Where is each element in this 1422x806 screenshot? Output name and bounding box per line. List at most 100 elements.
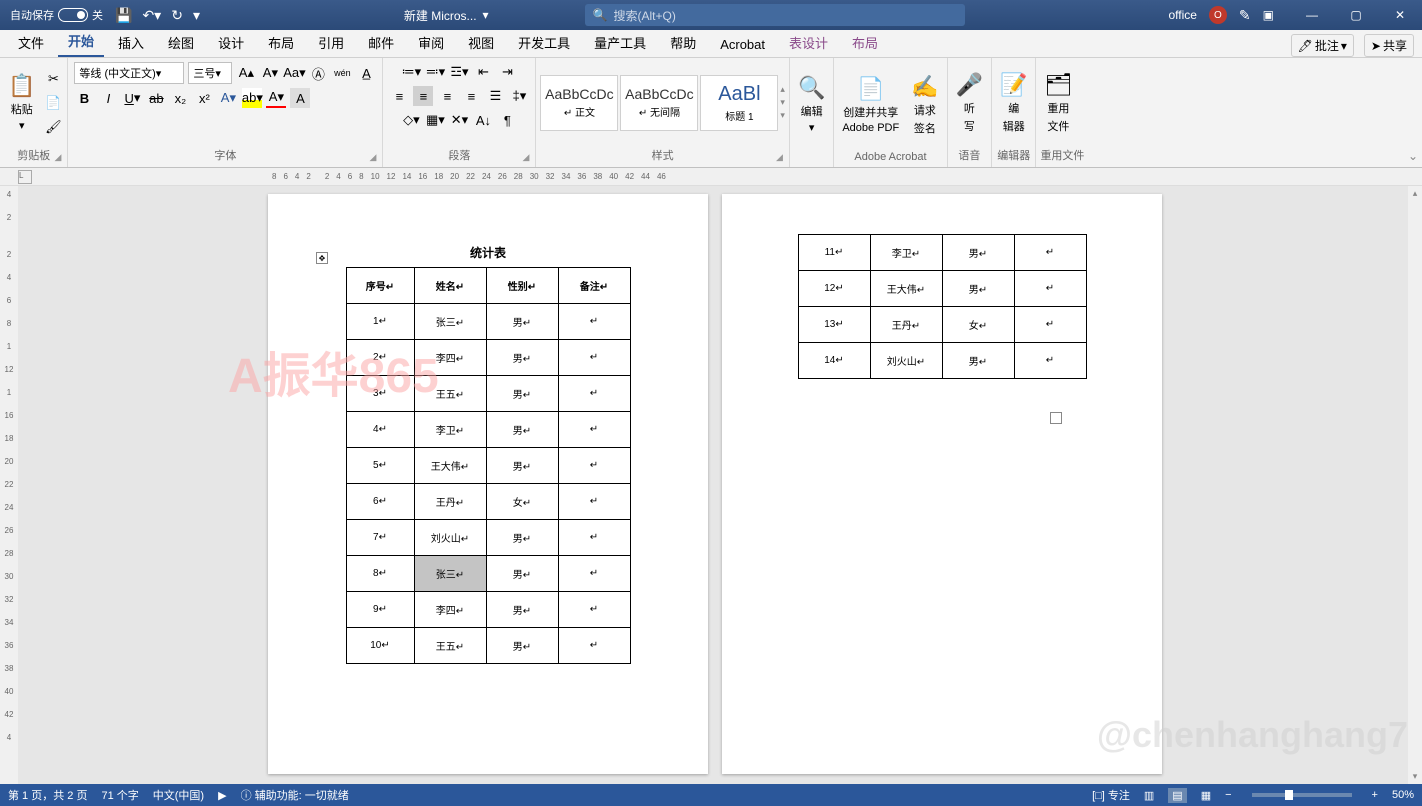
dictate-button[interactable]: 🎤听写 bbox=[952, 72, 987, 134]
edit-button[interactable]: 🔍编辑▾ bbox=[794, 75, 829, 134]
undo-icon[interactable]: ↶▾ bbox=[142, 7, 161, 24]
table-header[interactable]: 序号↵ bbox=[346, 268, 414, 304]
indent-dec-icon[interactable]: ⇤ bbox=[473, 62, 493, 82]
align-center-icon[interactable]: ≡ bbox=[413, 86, 433, 106]
tab-masstool[interactable]: 量产工具 bbox=[584, 28, 656, 57]
paste-button[interactable]: 📋 粘贴▾ bbox=[4, 73, 39, 132]
ruler-vertical[interactable]: 422468112116182022242628303234363840424 bbox=[0, 186, 18, 784]
accessibility-icon[interactable]: ⓘ 辅助功能: 一切就绪 bbox=[241, 787, 349, 803]
pen-icon[interactable]: ✎ bbox=[1239, 7, 1251, 24]
table-header[interactable]: 备注↵ bbox=[558, 268, 630, 304]
account-name[interactable]: office bbox=[1168, 8, 1196, 22]
styles-more-icon[interactable]: ▾ bbox=[780, 110, 785, 121]
copy-icon[interactable]: 📄 bbox=[43, 93, 63, 113]
create-share-pdf-button[interactable]: 📄创建并共享Adobe PDF bbox=[838, 76, 903, 134]
font-color-icon[interactable]: A▾ bbox=[266, 88, 286, 108]
tab-view[interactable]: 视图 bbox=[458, 28, 504, 57]
borders-icon[interactable]: ▦▾ bbox=[425, 110, 445, 130]
italic-button[interactable]: I bbox=[98, 88, 118, 108]
style-normal[interactable]: AaBbCcDc↵ 正文 bbox=[540, 75, 618, 131]
table-row[interactable]: 4↵李卫↵男↵↵ bbox=[346, 412, 630, 448]
table-row[interactable]: 6↵王丹↵女↵↵ bbox=[346, 484, 630, 520]
tab-layout[interactable]: 布局 bbox=[258, 28, 304, 57]
strikethrough-button[interactable]: ab bbox=[146, 88, 166, 108]
dialog-launcher-icon[interactable]: ◢ bbox=[54, 152, 61, 163]
cut-icon[interactable]: ✂ bbox=[43, 69, 63, 89]
tab-references[interactable]: 引用 bbox=[308, 28, 354, 57]
text-effects-icon[interactable]: A▾ bbox=[218, 88, 238, 108]
style-heading1[interactable]: AaBl标题 1 bbox=[700, 75, 778, 131]
page-2[interactable]: 11↵李卫↵男↵↵12↵王大伟↵男↵↵13↵王丹↵女↵↵14↵刘火山↵男↵↵ bbox=[722, 194, 1162, 774]
format-painter-icon[interactable]: 🖌 bbox=[43, 117, 63, 137]
tab-mailings[interactable]: 邮件 bbox=[358, 28, 404, 57]
change-case-icon[interactable]: Aa▾ bbox=[284, 63, 304, 83]
table-row[interactable]: 2↵李四↵男↵↵ bbox=[346, 340, 630, 376]
docname-dropdown-icon[interactable]: ▾ bbox=[483, 8, 489, 22]
table-resize-handle-icon[interactable] bbox=[1050, 412, 1062, 424]
tab-insert[interactable]: 插入 bbox=[108, 28, 154, 57]
line-spacing-icon[interactable]: ‡▾ bbox=[509, 86, 529, 106]
request-signature-button[interactable]: ✍请求签名 bbox=[907, 74, 942, 136]
qat-more-icon[interactable]: ▾ bbox=[193, 7, 200, 24]
style-nospacing[interactable]: AaBbCcDc↵ 无间隔 bbox=[620, 75, 698, 131]
scroll-up-icon[interactable]: ▴ bbox=[1413, 188, 1418, 199]
tab-tablelayout[interactable]: 布局 bbox=[842, 28, 888, 57]
show-marks-icon[interactable]: ¶ bbox=[497, 110, 517, 130]
table-row[interactable]: 3↵王五↵男↵↵ bbox=[346, 376, 630, 412]
dialog-launcher-icon[interactable]: ◢ bbox=[776, 152, 783, 163]
scroll-down-icon[interactable]: ▾ bbox=[1413, 771, 1418, 782]
table-row[interactable]: 9↵李四↵男↵↵ bbox=[346, 592, 630, 628]
search-box[interactable]: 🔍 搜索(Alt+Q) bbox=[585, 4, 965, 26]
tab-acrobat[interactable]: Acrobat bbox=[710, 32, 775, 57]
ribbon-mode-icon[interactable]: ▣ bbox=[1263, 8, 1274, 22]
font-name-combo[interactable]: 等线 (中文正文)▾ bbox=[74, 62, 184, 84]
autosave-toggle[interactable]: 自动保存 关 bbox=[10, 7, 103, 23]
avatar-icon[interactable]: O bbox=[1209, 6, 1227, 24]
snap-icon[interactable]: ✕▾ bbox=[449, 110, 469, 130]
view-print-icon[interactable]: ▤ bbox=[1168, 788, 1186, 803]
minimize-button[interactable]: — bbox=[1294, 8, 1330, 22]
tab-developer[interactable]: 开发工具 bbox=[508, 28, 580, 57]
table-row[interactable]: 7↵刘火山↵男↵↵ bbox=[346, 520, 630, 556]
document-name[interactable]: 新建 Micros... bbox=[404, 7, 477, 24]
ruler-horizontal[interactable]: L 86422468101214161820222426283032343638… bbox=[0, 168, 1422, 186]
shrink-font-icon[interactable]: A▾ bbox=[260, 63, 280, 83]
table-move-handle-icon[interactable]: ✥ bbox=[316, 252, 328, 264]
toggle-icon[interactable] bbox=[58, 8, 88, 22]
tab-selector-icon[interactable]: L bbox=[18, 170, 32, 184]
bullets-icon[interactable]: ≔▾ bbox=[401, 62, 421, 82]
table-row[interactable]: 13↵王丹↵女↵↵ bbox=[798, 307, 1086, 343]
table-row[interactable]: 11↵李卫↵男↵↵ bbox=[798, 235, 1086, 271]
table-row[interactable]: 8↵张三↵男↵↵ bbox=[346, 556, 630, 592]
dialog-launcher-icon[interactable]: ◢ bbox=[522, 152, 529, 163]
align-left-icon[interactable]: ≡ bbox=[389, 86, 409, 106]
bold-button[interactable]: B bbox=[74, 88, 94, 108]
align-right-icon[interactable]: ≡ bbox=[437, 86, 457, 106]
grow-font-icon[interactable]: A▴ bbox=[236, 63, 256, 83]
phonetic-icon[interactable]: wén bbox=[332, 63, 352, 83]
indent-inc-icon[interactable]: ⇥ bbox=[497, 62, 517, 82]
char-border-icon[interactable]: A̲ bbox=[356, 63, 376, 83]
zoom-slider[interactable] bbox=[1252, 793, 1352, 797]
table-row[interactable]: 12↵王大伟↵男↵↵ bbox=[798, 271, 1086, 307]
save-icon[interactable]: 💾 bbox=[115, 7, 132, 24]
reuse-files-button[interactable]: 🗂重用文件 bbox=[1040, 72, 1076, 134]
char-shading-icon[interactable]: A bbox=[290, 88, 310, 108]
zoom-out-button[interactable]: − bbox=[1225, 789, 1231, 801]
share-button[interactable]: ➤ 共享 bbox=[1364, 34, 1414, 57]
status-language[interactable]: 中文(中国) bbox=[153, 787, 204, 803]
sort-icon[interactable]: A↓ bbox=[473, 110, 493, 130]
justify-icon[interactable]: ≡ bbox=[461, 86, 481, 106]
tab-design[interactable]: 设计 bbox=[208, 28, 254, 57]
redo-icon[interactable]: ↻ bbox=[171, 7, 183, 24]
tab-tabledesign[interactable]: 表设计 bbox=[779, 28, 838, 57]
table-2[interactable]: 11↵李卫↵男↵↵12↵王大伟↵男↵↵13↵王丹↵女↵↵14↵刘火山↵男↵↵ bbox=[798, 234, 1087, 379]
tab-draw[interactable]: 绘图 bbox=[158, 28, 204, 57]
close-button[interactable]: ✕ bbox=[1382, 8, 1418, 22]
superscript-button[interactable]: x² bbox=[194, 88, 214, 108]
table-row[interactable]: 10↵王五↵男↵↵ bbox=[346, 628, 630, 664]
distribute-icon[interactable]: ☰ bbox=[485, 86, 505, 106]
focus-mode-button[interactable]: [□] 专注 bbox=[1092, 787, 1130, 803]
subscript-button[interactable]: x₂ bbox=[170, 88, 190, 108]
table-row[interactable]: 14↵刘火山↵男↵↵ bbox=[798, 343, 1086, 379]
